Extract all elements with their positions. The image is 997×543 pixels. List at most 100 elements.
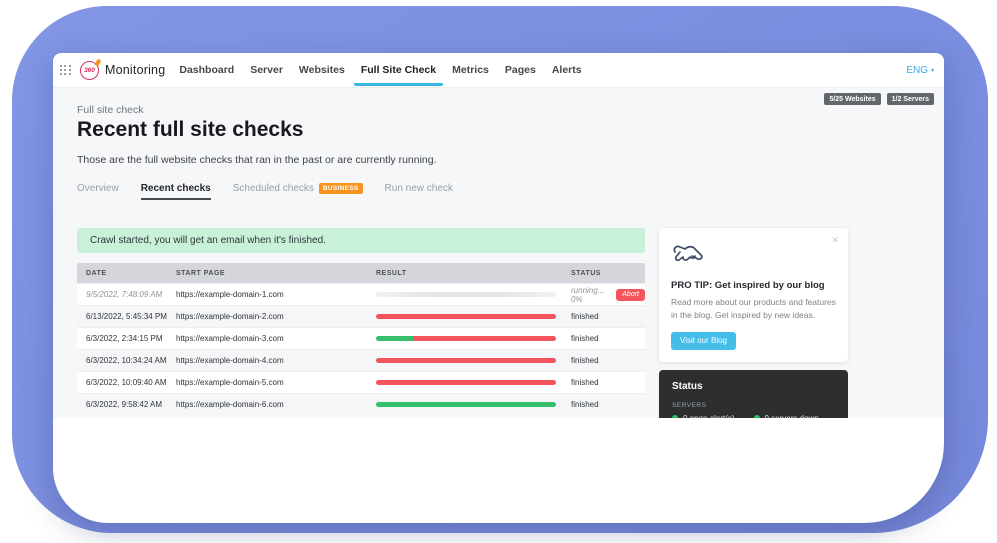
checks-column: Crawl started, you will get an email whe… (77, 228, 645, 415)
status-text: finished (571, 312, 599, 321)
status-card: Status SERVERS0 open alert(s)0 servers d… (659, 370, 848, 419)
cell-start-page-link[interactable]: https://example-domain-3.com (167, 334, 367, 343)
screenshot-canvas: 360 Monitoring Dashboard Server Websites Fu… (0, 0, 997, 543)
sidebar-column: ✕ PRO TIP: Get inspired by our blog Read… (659, 228, 848, 418)
status-item-label: 0 servers down (765, 414, 819, 419)
flame-accent-icon (95, 58, 102, 66)
tab-run-new-check[interactable]: Run new check (385, 183, 453, 200)
table-row: 6/3/2022, 10:09:40 AMhttps://example-dom… (77, 371, 645, 393)
result-progress-bar (376, 358, 556, 363)
handshake-icon (671, 240, 707, 266)
nav-item-server[interactable]: Server (250, 64, 283, 76)
quota-badge-1-2-servers: 1/2 Servers (887, 93, 934, 105)
result-progress-bar (376, 292, 556, 297)
cell-status: finished (562, 356, 645, 365)
status-text: running... 0% (571, 286, 610, 304)
table-row: 6/13/2022, 5:45:34 PMhttps://example-dom… (77, 305, 645, 327)
cell-start-page-link[interactable]: https://example-domain-1.com (167, 290, 367, 299)
red-segment (376, 380, 556, 385)
pending-bar (376, 292, 556, 297)
protip-body: Read more about our products and feature… (671, 296, 836, 322)
page-description: Those are the full website checks that r… (77, 154, 437, 166)
cell-date: 6/3/2022, 9:58:42 AM (77, 400, 167, 409)
nav-item-alerts[interactable]: Alerts (552, 64, 582, 76)
nav-item-pages[interactable]: Pages (505, 64, 536, 76)
status-item-0-open-alert-s: 0 open alert(s) (672, 414, 754, 419)
tab-label: Scheduled checks (233, 183, 314, 194)
cell-result (367, 314, 562, 319)
quota-badge-5-25-websites: 5/25 Websites (824, 93, 880, 105)
status-item-label: 0 open alert(s) (683, 414, 735, 419)
column-header-start-page: START PAGE (167, 270, 367, 277)
tab-overview[interactable]: Overview (77, 183, 119, 200)
cell-start-page-link[interactable]: https://example-domain-2.com (167, 312, 367, 321)
tabs-bar: Overview Recent checks Scheduled checks BUS… (77, 183, 453, 200)
visit-blog-button[interactable]: Visit our Blog (671, 332, 736, 350)
tab-label: Recent checks (141, 183, 211, 194)
quota-badges: 5/25 Websites 1/2 Servers (824, 93, 934, 105)
cell-status: finished (562, 378, 645, 387)
content-area: Crawl started, you will get an email whe… (77, 228, 848, 418)
app-viewport: 5/25 Websites 1/2 Servers Full site check… (53, 88, 944, 418)
protip-card: ✕ PRO TIP: Get inspired by our blog Read… (659, 228, 848, 362)
table-row: 6/3/2022, 10:34:24 AMhttps://example-dom… (77, 349, 645, 371)
column-header-status: STATUS (562, 270, 645, 277)
cell-date: 9/5/2022, 7:48:09 AM (77, 290, 167, 299)
table-body: 9/5/2022, 7:48:09 AMhttps://example-doma… (77, 283, 645, 415)
status-section-label-servers: SERVERS (672, 402, 835, 409)
cell-start-page-link[interactable]: https://example-domain-6.com (167, 400, 367, 409)
nav-item-full-site-check[interactable]: Full Site Check (361, 64, 436, 76)
apps-grid-icon[interactable] (60, 65, 71, 76)
page-title: Recent full site checks (77, 118, 303, 142)
cell-result (367, 358, 562, 363)
status-text: finished (571, 378, 599, 387)
status-text: finished (571, 400, 599, 409)
status-item-0-servers-down: 0 servers down (754, 414, 836, 419)
logo-text: 360 (84, 67, 95, 74)
tab-recent-checks[interactable]: Recent checks (141, 183, 211, 200)
table-row: 6/3/2022, 9:58:42 AMhttps://example-doma… (77, 393, 645, 415)
column-header-result: RESULT (367, 270, 562, 277)
brand-logo[interactable]: 360 Monitoring (80, 61, 165, 80)
abort-button[interactable]: Abort (616, 289, 645, 301)
result-progress-bar (376, 380, 556, 385)
language-label: ENG (906, 65, 928, 76)
cell-result (367, 292, 562, 297)
status-text: finished (571, 334, 599, 343)
close-icon[interactable]: ✕ (831, 235, 839, 246)
cell-status: finished (562, 334, 645, 343)
top-navbar: 360 Monitoring Dashboard Server Websites Fu… (53, 53, 944, 88)
red-segment (376, 314, 556, 319)
cell-status: finished (562, 400, 645, 409)
table-row: 6/3/2022, 2:34:15 PMhttps://example-doma… (77, 327, 645, 349)
result-progress-bar (376, 336, 556, 341)
cell-start-page-link[interactable]: https://example-domain-4.com (167, 356, 367, 365)
tab-label: Overview (77, 183, 119, 194)
cell-result (367, 380, 562, 385)
column-header-date: DATE (77, 270, 167, 277)
cell-result (367, 402, 562, 407)
cell-start-page-link[interactable]: https://example-domain-5.com (167, 378, 367, 387)
tab-scheduled-checks[interactable]: Scheduled checks BUSINESS (233, 183, 363, 200)
green-dot-icon (754, 415, 760, 418)
status-items-row: 0 open alert(s) 0 servers down (672, 414, 835, 419)
table-row: 9/5/2022, 7:48:09 AMhttps://example-doma… (77, 283, 645, 305)
business-badge: BUSINESS (319, 183, 363, 194)
language-selector[interactable]: ENG ▾ (906, 65, 934, 76)
green-segment (376, 402, 556, 407)
cell-result (367, 336, 562, 341)
success-banner: Crawl started, you will get an email whe… (77, 228, 645, 253)
nav-item-websites[interactable]: Websites (299, 64, 345, 76)
brand-name: Monitoring (105, 63, 165, 77)
nav-item-metrics[interactable]: Metrics (452, 64, 489, 76)
brand-360-icon: 360 (80, 61, 99, 80)
cell-status: finished (562, 312, 645, 321)
breadcrumb: Full site check (77, 104, 144, 116)
protip-title: PRO TIP: Get inspired by our blog (671, 280, 836, 291)
red-segment (376, 358, 556, 363)
chevron-down-icon: ▾ (931, 67, 934, 74)
nav-item-dashboard[interactable]: Dashboard (179, 64, 234, 76)
cell-status: running... 0% Abort (562, 286, 645, 304)
tab-label: Run new check (385, 183, 453, 194)
cell-date: 6/13/2022, 5:45:34 PM (77, 312, 167, 321)
